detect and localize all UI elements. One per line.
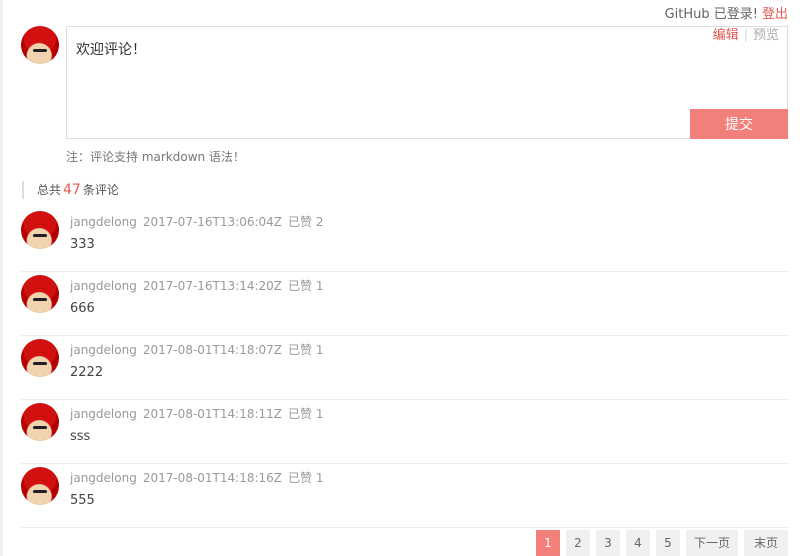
comment-item: jangdelong 2017-07-16T13:06:04Z 已赞 2 333 — [21, 208, 789, 272]
comment-total: 总共 47 条评论 — [22, 181, 119, 199]
total-prefix: 总共 — [37, 183, 62, 197]
comment-user[interactable]: jangdelong — [70, 343, 137, 357]
total-suffix: 条评论 — [82, 183, 119, 197]
logout-link[interactable]: 登出 — [762, 7, 788, 22]
comment-meta: jangdelong 2017-08-01T14:18:11Z 已赞 1 — [70, 405, 325, 422]
page-2-button[interactable]: 2 — [566, 530, 590, 556]
page-5-button[interactable]: 5 — [656, 530, 680, 556]
comment-meta: jangdelong 2017-08-01T14:18:16Z 已赞 1 — [70, 469, 325, 486]
comment-editor: 编辑 | 预览 欢迎评论！ 提交 — [66, 26, 788, 139]
comment-item: jangdelong 2017-08-01T14:18:07Z 已赞 1 2222 — [21, 336, 789, 400]
comment-time: 2017-08-01T14:18:11Z — [142, 407, 282, 421]
comment-time: 2017-08-01T14:18:16Z — [142, 471, 282, 485]
comment-user[interactable]: jangdelong — [70, 215, 137, 229]
comment-user[interactable]: jangdelong — [70, 471, 137, 485]
comment-likes[interactable]: 已赞 1 — [288, 407, 323, 421]
comment-body: 555 — [70, 493, 95, 508]
total-count: 47 — [63, 182, 81, 198]
tab-preview[interactable]: 预览 — [753, 28, 779, 43]
page-1-button[interactable]: 1 — [536, 530, 560, 556]
pagination: 1 2 3 4 5 下一页 末页 — [536, 530, 788, 556]
next-page-button[interactable]: 下一页 — [686, 530, 738, 556]
comment-avatar[interactable] — [21, 467, 59, 505]
comment-time: 2017-08-01T14:18:07Z — [142, 343, 282, 357]
comment-avatar[interactable] — [21, 339, 59, 377]
comment-input[interactable]: 欢迎评论！ — [76, 39, 676, 109]
markdown-note: 注：评论支持 markdown 语法！ — [66, 150, 245, 164]
tab-edit[interactable]: 编辑 — [713, 28, 739, 43]
page-3-button[interactable]: 3 — [596, 530, 620, 556]
comment-meta: jangdelong 2017-07-16T13:06:04Z 已赞 2 — [70, 213, 325, 230]
comment-time: 2017-07-16T13:14:20Z — [142, 279, 282, 293]
login-status: GitHub 已登录! — [664, 7, 758, 22]
comment-body: 2222 — [70, 365, 104, 380]
submit-button[interactable]: 提交 — [690, 109, 788, 139]
comment-avatar[interactable] — [21, 275, 59, 313]
comment-item: jangdelong 2017-08-01T14:18:16Z 已赞 1 555 — [21, 464, 789, 528]
comment-item: jangdelong 2017-08-01T14:18:11Z 已赞 1 sss — [21, 400, 789, 464]
left-rule — [0, 0, 3, 556]
comment-likes[interactable]: 已赞 1 — [288, 343, 323, 357]
editor-tabs: 编辑 | 预览 — [713, 27, 779, 45]
comment-avatar[interactable] — [21, 211, 59, 249]
comment-item: jangdelong 2017-07-16T13:14:20Z 已赞 1 666 — [21, 272, 789, 336]
comment-likes[interactable]: 已赞 1 — [288, 471, 323, 485]
page-4-button[interactable]: 4 — [626, 530, 650, 556]
comment-likes[interactable]: 已赞 2 — [288, 215, 323, 229]
comment-user[interactable]: jangdelong — [70, 407, 137, 421]
comment-meta: jangdelong 2017-08-01T14:18:07Z 已赞 1 — [70, 341, 325, 358]
comment-user[interactable]: jangdelong — [70, 279, 137, 293]
comment-time: 2017-07-16T13:06:04Z — [142, 215, 282, 229]
comment-body: 666 — [70, 301, 95, 316]
comment-meta: jangdelong 2017-07-16T13:14:20Z 已赞 1 — [70, 277, 325, 294]
comment-body: 333 — [70, 237, 95, 252]
current-user-avatar — [21, 26, 59, 64]
comment-body: sss — [70, 429, 91, 444]
auth-bar: GitHub 已登录! 登出 — [665, 3, 788, 22]
comment-likes[interactable]: 已赞 1 — [288, 279, 323, 293]
comment-avatar[interactable] — [21, 403, 59, 441]
last-page-button[interactable]: 末页 — [744, 530, 788, 556]
tab-separator: | — [743, 28, 748, 43]
